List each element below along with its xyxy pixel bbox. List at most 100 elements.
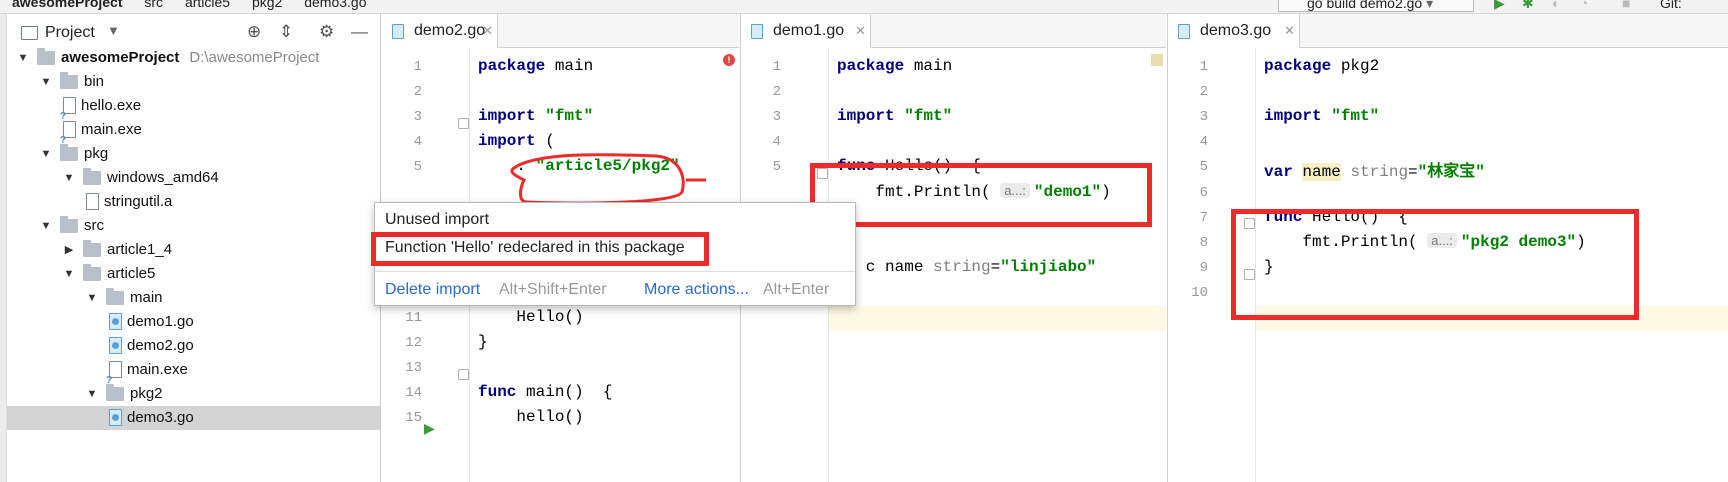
- line-number: 5: [1199, 159, 1208, 176]
- annotation-box-demo3-hello: [1231, 209, 1639, 320]
- breadcrumb-pkg2[interactable]: pkg2: [252, 0, 282, 10]
- line-number: 14: [405, 385, 422, 402]
- chevron-down-icon[interactable]: ▼: [84, 286, 100, 310]
- tool-window-strip: [0, 14, 7, 482]
- line-number: 3: [413, 109, 422, 126]
- line-number: 4: [1199, 134, 1208, 151]
- code-line[interactable]: Hello(): [478, 308, 583, 326]
- tree-item-label: awesomeProject D:\awesomeProject: [61, 49, 320, 66]
- code-line[interactable]: package pkg2: [1264, 57, 1379, 75]
- tree-item[interactable]: ▼ main: [7, 286, 380, 310]
- tree-item[interactable]: main.exe: [7, 118, 380, 153]
- project-panel-title[interactable]: Project: [45, 24, 95, 42]
- editor-tab-bar: demo2.go ✕: [382, 14, 739, 48]
- profile-icon[interactable]: ◔: [1580, 0, 1588, 11]
- code-line[interactable]: var name string="林家宝": [1264, 157, 1485, 182]
- tab-label: demo2.go: [414, 22, 486, 39]
- line-number: 5: [772, 159, 781, 176]
- tree-item[interactable]: demo3.go: [7, 406, 380, 430]
- tree-item[interactable]: stringutil.a: [7, 190, 380, 214]
- close-icon[interactable]: ✕: [855, 14, 866, 48]
- code-line[interactable]: c name string="linjiabo": [837, 258, 1096, 276]
- tree-item[interactable]: ▼ pkg: [7, 142, 380, 166]
- tree-item[interactable]: ▼ awesomeProject D:\awesomeProject: [7, 46, 380, 70]
- error-indicator-icon[interactable]: !: [723, 54, 735, 66]
- tree-item-label: article1_4: [107, 241, 173, 258]
- tree-item[interactable]: ▼ src: [7, 214, 380, 238]
- breadcrumb-file[interactable]: demo3.go: [304, 0, 366, 10]
- annotation-box-popup: [371, 232, 709, 266]
- tab-demo2[interactable]: demo2.go ✕: [382, 14, 498, 48]
- tree-item[interactable]: demo2.go: [7, 334, 380, 358]
- code-line[interactable]: package main: [837, 57, 952, 75]
- folder-icon: [106, 288, 124, 305]
- run-gutter-icon[interactable]: ▶: [424, 420, 435, 437]
- fold-icon[interactable]: [458, 118, 469, 129]
- code-line[interactable]: package main: [478, 57, 593, 75]
- more-actions-shortcut: Alt+Enter: [763, 281, 830, 298]
- collapse-all-icon[interactable]: ⇕: [279, 22, 293, 42]
- line-number: 2: [413, 84, 422, 101]
- run-configuration-select[interactable]: go build demo2.go ▾: [1278, 0, 1474, 12]
- locate-file-icon[interactable]: ⊕: [247, 22, 261, 42]
- stop-icon[interactable]: ■: [1622, 0, 1630, 11]
- code-line[interactable]: import "fmt": [837, 107, 952, 125]
- run-icon[interactable]: ▶: [1494, 0, 1505, 12]
- delete-import-link[interactable]: Delete import: [385, 281, 480, 299]
- chevron-right-icon[interactable]: ▶: [61, 238, 77, 262]
- code-line[interactable]: }: [478, 333, 488, 351]
- fold-icon[interactable]: [458, 369, 469, 380]
- chevron-down-icon[interactable]: ▼: [61, 262, 77, 286]
- line-number: 1: [1199, 59, 1208, 75]
- project-path: D:\awesomeProject: [189, 49, 320, 66]
- editor-tab-bar: demo3.go ✕: [1168, 14, 1728, 48]
- code-line[interactable]: hello(): [478, 408, 583, 426]
- breadcrumb-src[interactable]: src: [144, 0, 163, 10]
- breadcrumb-article5[interactable]: article5: [185, 0, 230, 10]
- gear-icon[interactable]: ⚙: [319, 22, 334, 42]
- chevron-down-icon[interactable]: ▼: [84, 382, 100, 406]
- delete-import-shortcut: Alt+Shift+Enter: [499, 281, 607, 298]
- chevron-down-icon[interactable]: ▼: [38, 70, 54, 94]
- tree-item-label: hello.exe: [81, 97, 142, 114]
- go-file-icon: [1178, 24, 1190, 39]
- file-icon: [60, 121, 76, 153]
- tree-item-label: windows_amd64: [107, 169, 219, 186]
- chevron-down-icon[interactable]: ▼: [38, 142, 54, 166]
- more-actions-link[interactable]: More actions...: [644, 281, 749, 299]
- code-line[interactable]: import "fmt": [478, 107, 593, 125]
- tree-item[interactable]: ▼ article5: [7, 262, 380, 286]
- go-file-icon: [109, 409, 122, 426]
- tree-item-label: bin: [84, 73, 105, 90]
- tab-label: demo3.go: [1200, 22, 1272, 39]
- tree-item[interactable]: ▶ article1_4: [7, 238, 380, 262]
- folder-icon: [106, 384, 124, 401]
- coverage-icon[interactable]: ◐: [1552, 0, 1560, 11]
- tree-item[interactable]: ▼ windows_amd64: [7, 166, 380, 190]
- popup-separator: [375, 271, 855, 272]
- tab-demo1[interactable]: demo1.go ✕: [741, 14, 871, 48]
- close-icon[interactable]: ✕: [482, 14, 493, 48]
- tab-demo3[interactable]: demo3.go ✕: [1168, 14, 1300, 48]
- line-number: 1: [413, 59, 422, 75]
- code-line[interactable]: import "fmt": [1264, 107, 1379, 125]
- project-panel-header: Project ▼ ⊕ ⇕ ⚙ —: [7, 20, 380, 48]
- warning-indicator-icon[interactable]: [1151, 54, 1163, 66]
- folder-icon: [83, 240, 101, 257]
- tree-item[interactable]: ▼ bin: [7, 70, 380, 94]
- chevron-down-icon[interactable]: ▼: [38, 214, 54, 238]
- chevron-down-icon[interactable]: ▼: [107, 23, 120, 38]
- chevron-down-icon[interactable]: ▼: [61, 166, 77, 190]
- tree-item[interactable]: demo1.go: [7, 310, 380, 334]
- tree-item[interactable]: hello.exe: [7, 94, 380, 129]
- line-number: 6: [1199, 184, 1208, 201]
- code-line[interactable]: func main() {: [478, 383, 612, 401]
- breadcrumb-project[interactable]: awesomeProject: [12, 0, 123, 10]
- hide-panel-icon[interactable]: —: [351, 22, 368, 42]
- tree-item[interactable]: main.exe: [7, 358, 380, 393]
- git-label: Git:: [1660, 0, 1682, 11]
- chevron-down-icon[interactable]: ▼: [15, 46, 31, 70]
- close-icon[interactable]: ✕: [1284, 14, 1295, 48]
- tree-item[interactable]: ▼ pkg2: [7, 382, 380, 406]
- debug-icon[interactable]: ✱: [1522, 0, 1534, 12]
